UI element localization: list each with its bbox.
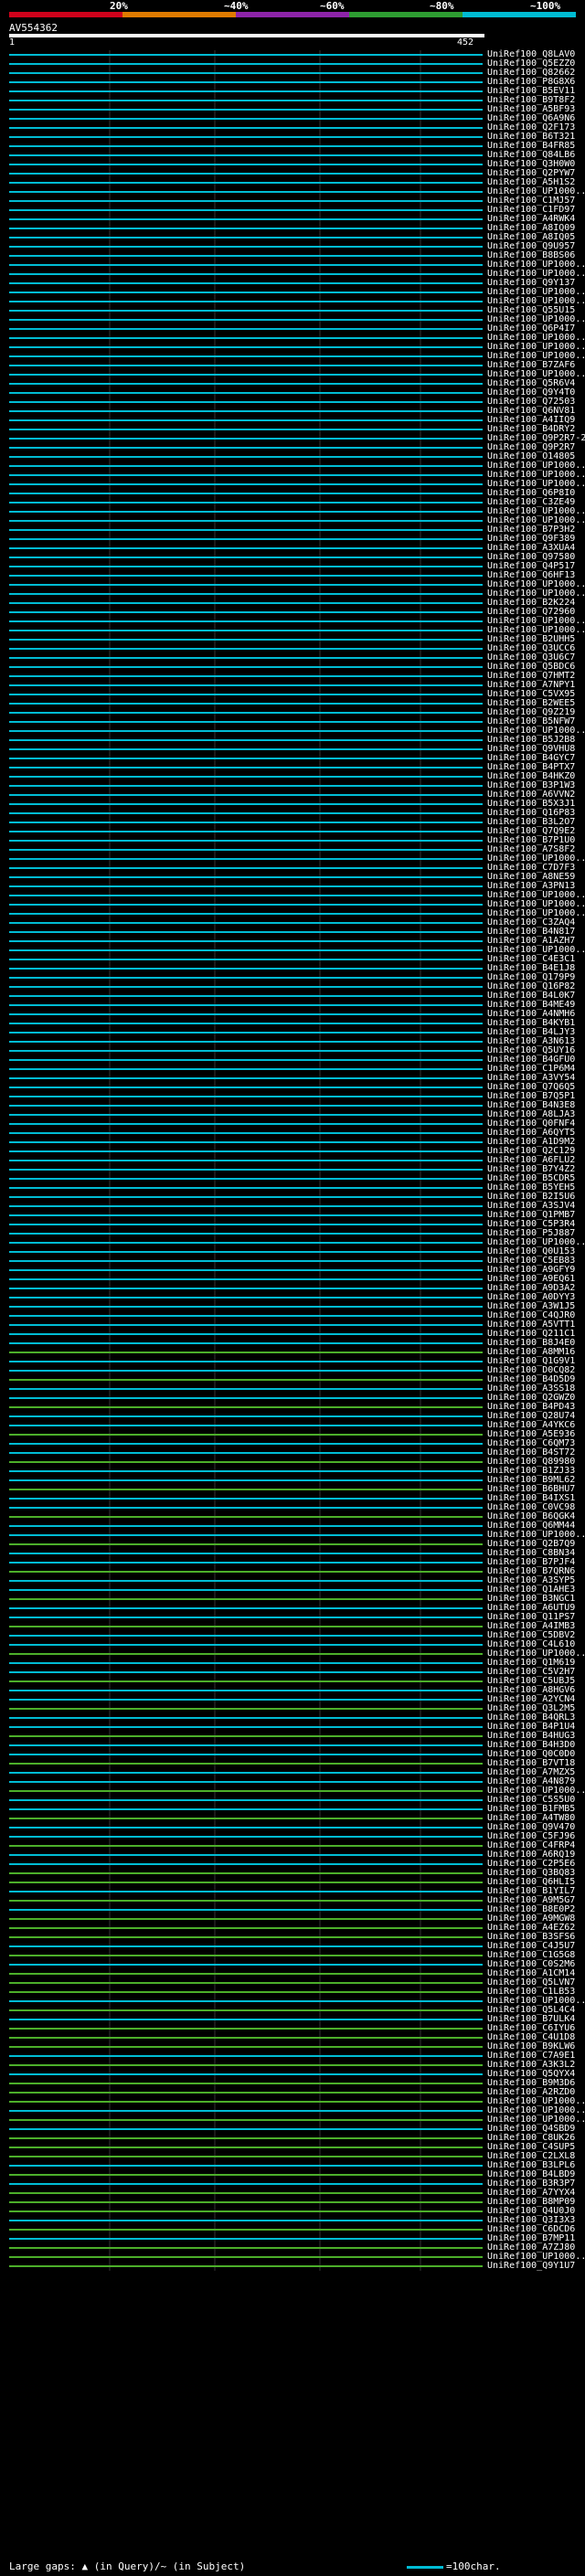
identity-color-segment [122, 12, 236, 17]
hit-bars [9, 50, 483, 2271]
identity-color-segment [349, 12, 463, 17]
identity-percent-label: ~100% [530, 0, 561, 12]
identity-color-segment [9, 12, 122, 17]
identity-color-segment [463, 12, 576, 17]
footer-legend: Large gaps: ▲ (in Query)/~ (in Subject) … [0, 2553, 585, 2576]
query-sequence-line [9, 34, 484, 37]
identity-percent-label: 20% [110, 0, 128, 12]
query-id: AV554362 [9, 22, 58, 34]
query-start-position: 1 [9, 37, 16, 48]
identity-color-bar [9, 12, 576, 17]
hit-label[interactable]: UniRef100_Q9Y1U7 [487, 2262, 575, 2271]
large-gaps-note: Large gaps: ▲ (in Query)/~ (in Subject) [9, 2560, 246, 2572]
identity-percent-label: ~60% [320, 0, 345, 12]
identity-scale-bar: 20% ~40% ~60% ~80% ~100% [0, 0, 585, 22]
query-end-position: 452 [457, 37, 474, 48]
identity-percent-labels: 20% ~40% ~60% ~80% ~100% [0, 0, 585, 12]
identity-percent-label: ~80% [430, 0, 454, 12]
hit-alignment-plot: UniRef100_Q8LAV0 UniRef100_Q5EZZ0 UniRef10… [0, 50, 585, 2549]
hit-labels: UniRef100_Q8LAV0 UniRef100_Q5EZZ0 UniRef10… [487, 50, 585, 2549]
legend-sample-line [407, 2566, 443, 2569]
identity-color-segment [236, 12, 349, 17]
legend-scale-text: =100char. [446, 2560, 501, 2572]
identity-percent-label: ~40% [224, 0, 249, 12]
